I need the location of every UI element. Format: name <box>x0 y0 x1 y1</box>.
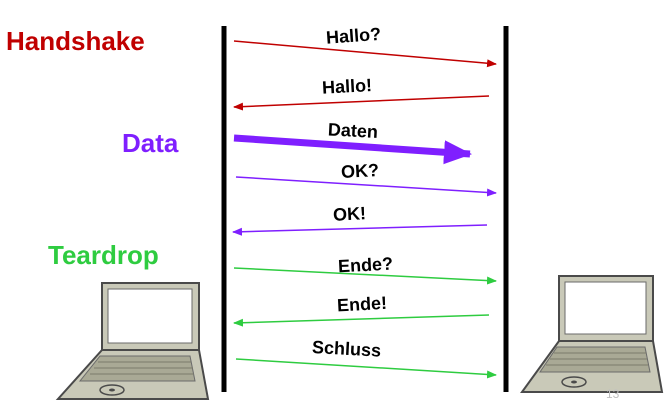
message-ok-request: OK? <box>235 160 497 197</box>
message-hallo-reply: Hallo! <box>233 75 490 111</box>
message-label: Ende? <box>338 254 394 277</box>
message-arrow <box>233 95 490 111</box>
message-label: Hallo? <box>325 24 381 48</box>
message-label: Daten <box>327 119 378 142</box>
page-number: 13 <box>606 387 620 401</box>
message-label: Ende! <box>337 293 388 316</box>
message-arrow <box>233 314 490 327</box>
message-label: OK? <box>341 160 380 182</box>
message-label: Schluss <box>312 337 382 361</box>
laptop-icon <box>55 282 210 400</box>
message-schluss: Schluss <box>235 337 497 379</box>
message-arrow <box>232 224 488 236</box>
message-label: Hallo! <box>322 75 373 98</box>
phase-label-handshake: Handshake <box>6 26 145 56</box>
message-ok-reply: OK! <box>232 203 488 236</box>
message-label: OK! <box>332 203 366 225</box>
message-hallo-request: Hallo? <box>233 24 497 68</box>
message-ende-request: Ende? <box>233 254 497 285</box>
laptop-icon <box>520 275 664 393</box>
message-ende-reply: Ende! <box>233 293 490 327</box>
message-arrow <box>235 358 497 379</box>
phase-label-teardrop: Teardrop <box>48 240 159 270</box>
sequence-diagram: Handshake Data Teardrop Hallo? Hallo! Da… <box>6 24 664 401</box>
message-daten: Daten <box>233 119 472 165</box>
phase-label-data: Data <box>122 128 179 158</box>
